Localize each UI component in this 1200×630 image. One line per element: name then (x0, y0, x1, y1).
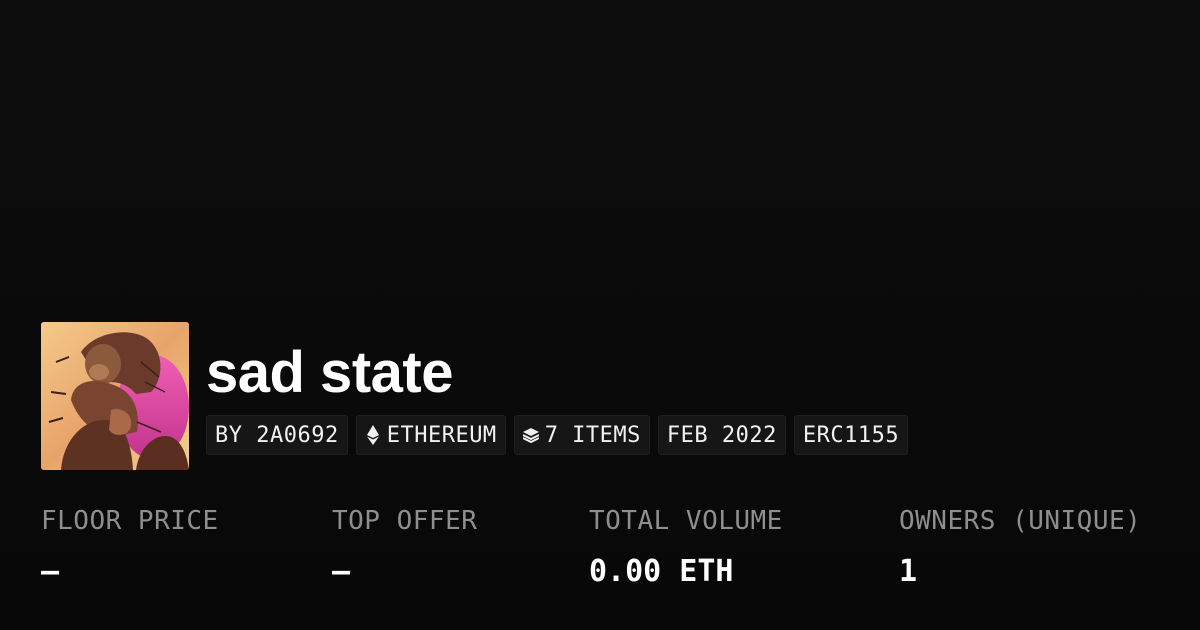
floor-price-label: FLOOR PRICE (41, 506, 219, 536)
creator-pill[interactable]: BY 2A0692 (206, 415, 348, 455)
stat-owners: OWNERS (UNIQUE) 1 (899, 503, 1141, 590)
collection-meta-pills: BY 2A0692 ETHEREUM 7 ITEMS FEB 2022 ERC1… (206, 415, 909, 455)
stat-floor-price: FLOOR PRICE – (41, 503, 219, 590)
top-offer-value: – (332, 554, 351, 589)
items-pill[interactable]: 7 ITEMS (513, 415, 650, 455)
total-volume-label: TOTAL VOLUME (589, 506, 783, 536)
owners-label: OWNERS (UNIQUE) (899, 506, 1142, 536)
items-label: 7 ITEMS (544, 422, 641, 448)
standard-label: ERC1155 (802, 422, 900, 448)
collection-avatar[interactable] (41, 322, 189, 470)
stat-total-volume: TOTAL VOLUME 0.00 ETH (589, 503, 783, 590)
stat-top-offer: TOP OFFER – (332, 503, 477, 590)
creator-label: BY 2A0692 (215, 422, 339, 448)
floor-price-value: – (41, 554, 60, 589)
standard-pill: ERC1155 (793, 415, 909, 455)
date-label: FEB 2022 (666, 422, 777, 448)
total-volume-value: 0.00 ETH (589, 554, 734, 589)
collection-card: sad state BY 2A0692 ETHEREUM 7 ITEMS FEB… (0, 0, 1200, 630)
ape-artwork-image (41, 322, 189, 470)
layers-icon (522, 425, 539, 445)
owners-value: 1 (899, 554, 918, 589)
collection-title: sad state (206, 340, 453, 405)
chain-label: ETHEREUM (386, 422, 497, 448)
chain-pill[interactable]: ETHEREUM (355, 415, 506, 455)
date-pill: FEB 2022 (657, 415, 786, 455)
top-offer-label: TOP OFFER (332, 506, 478, 536)
ethereum-icon (365, 425, 381, 445)
